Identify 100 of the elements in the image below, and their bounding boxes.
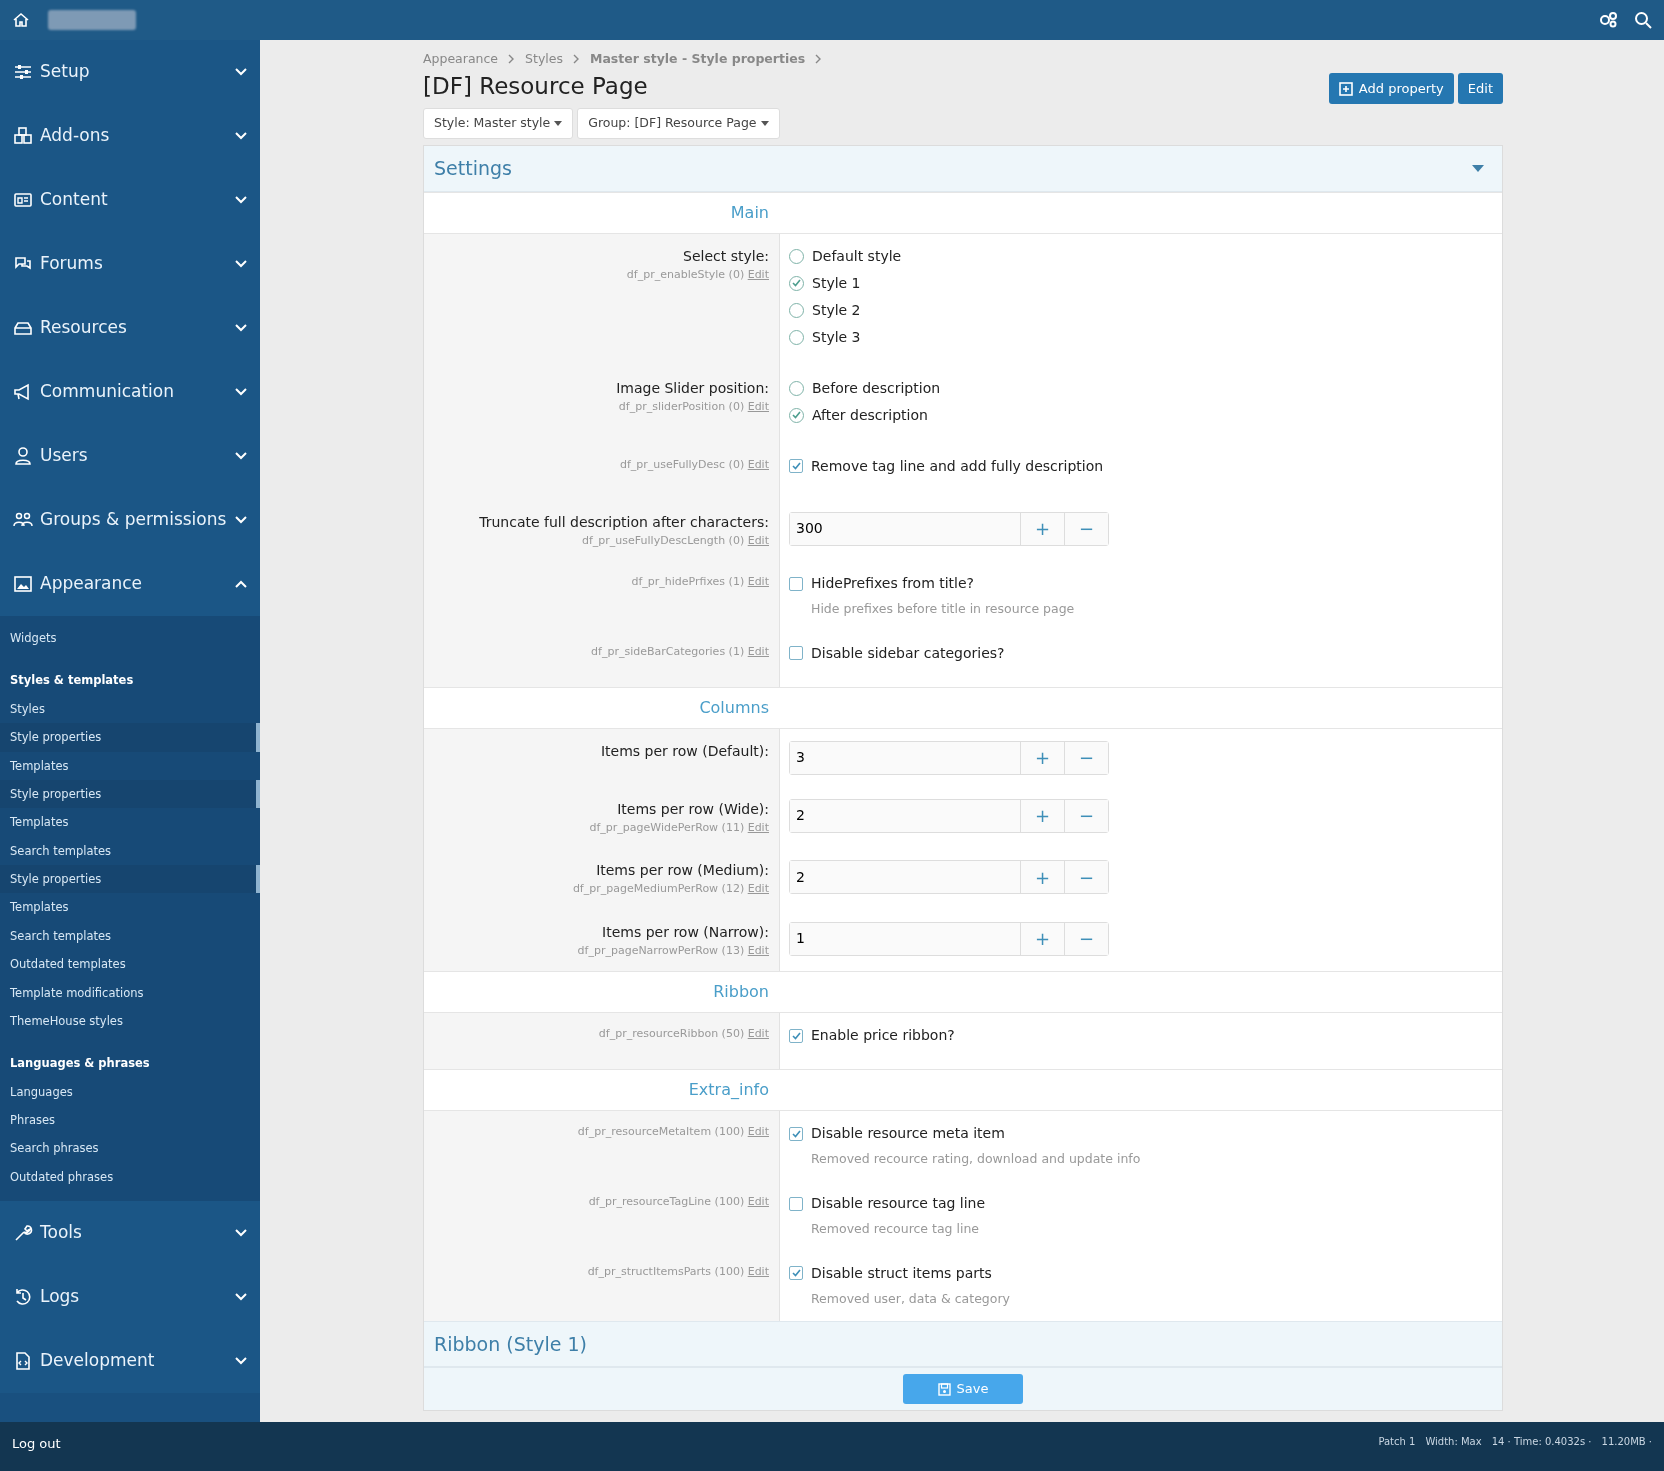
sidebar-link[interactable]: Languages <box>0 1077 260 1106</box>
number-field[interactable]: 2 + − <box>789 860 1109 895</box>
settings-icon[interactable] <box>1598 11 1618 29</box>
checkbox[interactable] <box>789 576 803 591</box>
edit-button[interactable]: Edit <box>1457 72 1503 105</box>
decrement-button[interactable]: − <box>1064 741 1108 774</box>
chevron-icon <box>234 195 248 205</box>
sidebar-link[interactable]: Outdated templates <box>0 950 260 979</box>
collapsed-panel-header[interactable]: Ribbon (Style 1) <box>424 1320 1502 1368</box>
sidebar-link[interactable]: Styles <box>0 694 260 724</box>
sidebar-section[interactable]: Tools <box>0 1201 260 1266</box>
increment-button[interactable]: + <box>1020 861 1064 894</box>
plus-box-icon <box>1338 81 1353 96</box>
sidebar-link[interactable]: Phrases <box>0 1106 260 1135</box>
section-icon <box>12 190 34 210</box>
filter-dropdown[interactable]: Style: Master style <box>423 108 574 140</box>
sidebar-link[interactable]: Template modifications <box>0 978 260 1007</box>
sidebar-link[interactable]: Templates <box>0 893 260 922</box>
check-icon <box>792 411 801 420</box>
filter-dropdown[interactable]: Group: [DF] Resource Page <box>577 108 780 140</box>
option-label: Style 1 <box>812 273 861 293</box>
hint-text: Removed recource tag line <box>811 1220 981 1239</box>
decrement-button[interactable]: − <box>1064 861 1108 894</box>
field-label: Image Slider position: <box>615 378 769 398</box>
property-code: df_pr_useFullyDescLength (0) Edit <box>581 532 769 549</box>
field-label: Items per row (Wide): <box>616 799 769 819</box>
option-label: Default style <box>812 246 902 266</box>
increment-button[interactable]: + <box>1020 922 1064 955</box>
checkbox-label: Disable sidebar categories? <box>811 643 1005 663</box>
save-icon <box>937 1382 951 1396</box>
sidebar-link[interactable]: Search templates <box>0 921 260 951</box>
property-code: df_pr_enableStyle (0) Edit <box>625 266 769 283</box>
checkbox[interactable] <box>789 1126 803 1141</box>
checkbox[interactable] <box>789 1028 803 1043</box>
increment-button[interactable]: + <box>1020 799 1064 832</box>
debug-info: Patch 1 <box>1378 1435 1416 1449</box>
caret-icon <box>554 121 563 127</box>
option-label: Before description <box>812 378 941 398</box>
checkbox[interactable] <box>789 1266 803 1281</box>
sidebar-link[interactable]: Search phrases <box>0 1134 260 1163</box>
sidebar-link[interactable]: ThemeHouse styles <box>0 1006 260 1036</box>
decrement-button[interactable]: − <box>1064 922 1108 955</box>
sidebar-link[interactable]: Widgets <box>0 624 260 653</box>
field-label: Items per row (Medium): <box>595 861 769 881</box>
checkbox-label: Disable resource tag line <box>811 1194 986 1214</box>
sidebar-link[interactable]: Outdated phrases <box>0 1162 260 1192</box>
section-heading: Main <box>729 201 769 224</box>
sidebar-link[interactable]: Templates <box>0 808 260 837</box>
checkbox[interactable] <box>789 459 803 474</box>
sidebar-section[interactable]: Add-ons <box>0 104 260 168</box>
property-code: df_pr_pageMediumPerRow (12) Edit <box>571 881 769 898</box>
section-icon <box>12 62 34 82</box>
option-label: Style 3 <box>812 327 861 347</box>
checkbox[interactable] <box>789 646 803 661</box>
property-code: df_pr_useFullyDesc (0) Edit <box>618 456 769 473</box>
sidebar-section[interactable]: Groups & permissions <box>0 488 260 552</box>
increment-button[interactable]: + <box>1020 512 1064 545</box>
home-icon[interactable] <box>12 12 30 28</box>
sidebar-section[interactable]: Content <box>0 168 260 232</box>
property-code: df_pr_resourceRibbon (50) Edit <box>597 1026 769 1043</box>
section-icon <box>12 126 34 146</box>
chevron-icon <box>573 54 580 65</box>
check-icon <box>791 1031 801 1040</box>
decrement-button[interactable]: − <box>1064 799 1108 832</box>
field-label: Items per row (Narrow): <box>601 922 769 942</box>
sidebar-section[interactable]: Setup <box>0 40 260 104</box>
sidebar-link[interactable]: Style properties <box>0 723 260 752</box>
number-field[interactable]: 1 + − <box>789 921 1109 956</box>
search-icon[interactable] <box>1634 11 1652 29</box>
chevron-icon <box>234 387 248 397</box>
increment-button[interactable]: + <box>1020 741 1064 774</box>
sidebar-link[interactable]: Search templates <box>0 836 260 865</box>
checkbox-label: HidePrefixes from title? <box>811 574 975 594</box>
number-field[interactable]: 300 + − <box>789 511 1109 546</box>
sidebar-link[interactable]: Style properties <box>0 865 260 894</box>
check-icon <box>791 462 801 471</box>
debug-info: 11.20MB · <box>1601 1435 1652 1449</box>
logout-link[interactable]: Log out <box>12 1434 61 1454</box>
sidebar-section[interactable]: Forums <box>0 232 260 296</box>
sidebar-link[interactable]: Templates <box>0 751 260 780</box>
sidebar-section[interactable]: Appearance <box>0 552 260 616</box>
option-label: After description <box>812 405 928 425</box>
property-code: df_pr_sideBarCategories (1) Edit <box>590 643 769 660</box>
checkbox[interactable] <box>789 1196 803 1211</box>
sidebar-section[interactable]: Resources <box>0 296 260 360</box>
sidebar-section[interactable]: Logs <box>0 1265 260 1330</box>
sidebar-heading: Languages & phrases <box>9 1055 151 1073</box>
sidebar-section[interactable]: Communication <box>0 360 260 424</box>
number-field[interactable]: 3 + − <box>789 740 1109 775</box>
sidebar-section[interactable]: Development <box>0 1329 260 1394</box>
chevron-icon <box>234 515 248 525</box>
sidebar-section[interactable]: Users <box>0 424 260 488</box>
check-icon <box>791 1269 801 1278</box>
number-field[interactable]: 2 + − <box>789 798 1109 833</box>
panel-header[interactable]: Settings <box>424 146 1502 192</box>
field-label: Truncate full description after characters: <box>478 512 769 532</box>
sidebar-link[interactable]: Style properties <box>0 779 260 809</box>
add-property-button[interactable]: Add property <box>1328 72 1454 105</box>
chevron-icon <box>234 131 248 141</box>
decrement-button[interactable]: − <box>1064 512 1108 545</box>
